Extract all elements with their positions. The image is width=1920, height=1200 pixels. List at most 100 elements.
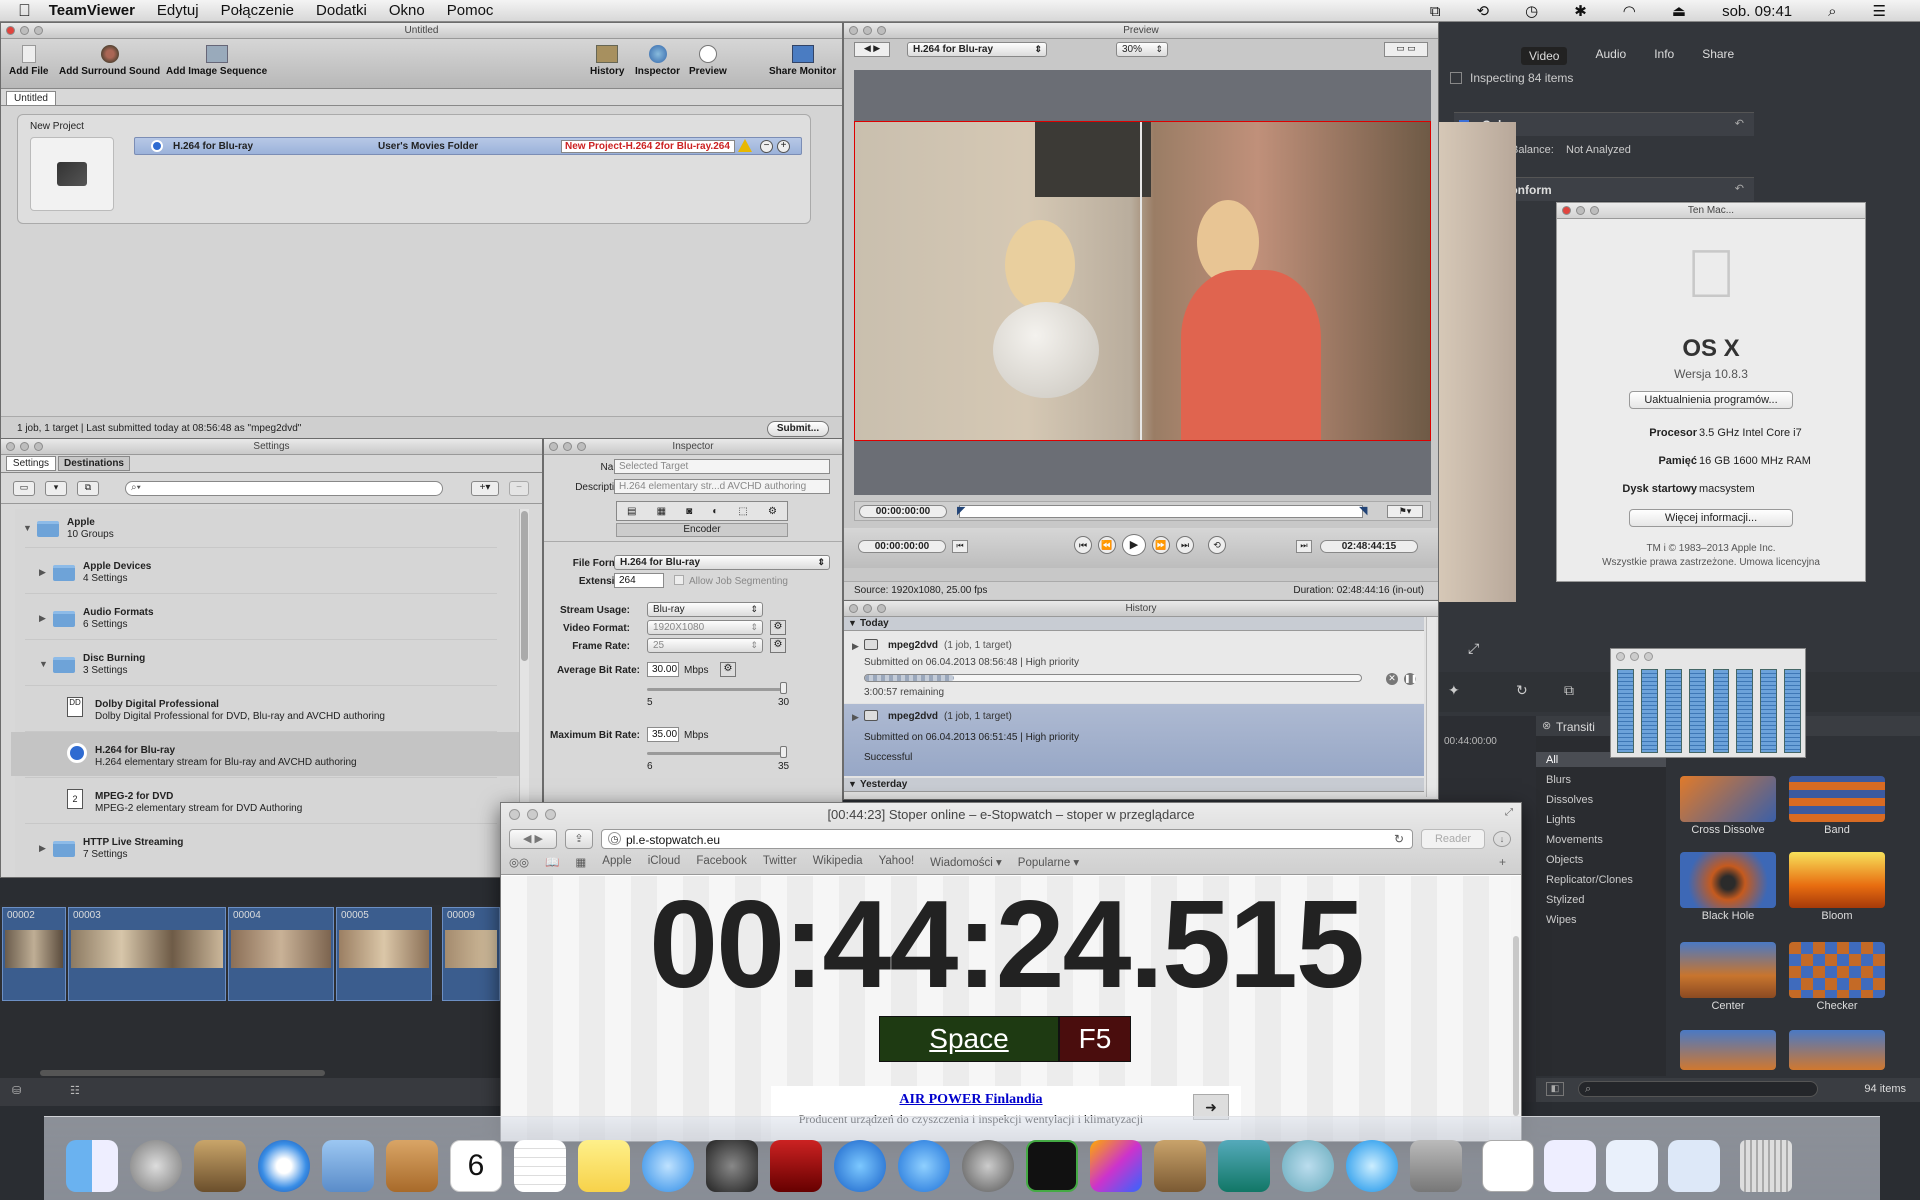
close-button[interactable] bbox=[1616, 652, 1625, 661]
bookmark-yahoo[interactable]: Yahoo! bbox=[879, 855, 915, 869]
app-store-icon[interactable] bbox=[898, 1140, 950, 1192]
view-mode-buttons[interactable]: ▭ ▭ bbox=[1384, 42, 1428, 57]
minimize-button[interactable] bbox=[1630, 652, 1639, 661]
duplicate-icon[interactable]: ⧉ bbox=[77, 481, 99, 496]
bookmark-facebook[interactable]: Facebook bbox=[696, 855, 747, 869]
close-button[interactable] bbox=[6, 442, 15, 451]
clip-scrollbar[interactable] bbox=[40, 1070, 325, 1076]
history-scrollbar[interactable] bbox=[1426, 617, 1436, 797]
photo-booth-icon[interactable] bbox=[770, 1140, 822, 1192]
spotlight-search-icon[interactable]: ⌕ bbox=[1828, 3, 1836, 20]
clip[interactable]: 00003 bbox=[68, 907, 226, 1001]
apply-icon[interactable]: ▾ bbox=[45, 481, 67, 496]
transition-thumb[interactable] bbox=[1789, 1030, 1885, 1070]
category-all[interactable]: All bbox=[1546, 754, 1558, 766]
minimize-button[interactable] bbox=[20, 26, 29, 35]
teamviewer-icon[interactable] bbox=[1346, 1140, 1398, 1192]
settings-item-name[interactable]: Disc Burning bbox=[83, 653, 145, 664]
name-field[interactable]: Selected Target bbox=[614, 459, 830, 474]
zoom-button[interactable] bbox=[877, 26, 886, 35]
bookmark-wikipedia[interactable]: Wikipedia bbox=[813, 855, 863, 869]
speed-icon[interactable]: ↻ bbox=[1516, 682, 1528, 699]
tab-audio[interactable]: Audio bbox=[1595, 47, 1626, 65]
rewind-button[interactable]: ⏪ bbox=[1098, 536, 1116, 554]
sidebar-toggle-icon[interactable]: ◧ bbox=[1546, 1082, 1564, 1096]
address-bar[interactable]: ◷ pl.e-stopwatch.eu ↻ bbox=[601, 829, 1413, 849]
target-row[interactable]: H.264 for Blu-ray User's Movies Folder N… bbox=[134, 137, 802, 155]
transition-thumb-checker[interactable] bbox=[1789, 942, 1885, 998]
video-frame[interactable] bbox=[854, 121, 1431, 441]
duration-timecode[interactable]: 02:48:44:15 bbox=[1320, 540, 1418, 553]
next-marker-button[interactable]: ⏭ bbox=[1176, 536, 1194, 554]
submit-button[interactable]: Submit... bbox=[767, 421, 829, 437]
settings-item-name[interactable]: H.264 for Blu-ray bbox=[95, 745, 175, 756]
clip[interactable]: 00005 bbox=[336, 907, 432, 1001]
disclosure-closed-icon[interactable]: ▶ bbox=[852, 641, 859, 652]
tab-destinations[interactable]: Destinations bbox=[58, 456, 130, 471]
notes-icon[interactable] bbox=[578, 1140, 630, 1192]
bookmark-news[interactable]: Wiadomości ▾ bbox=[930, 855, 1002, 869]
encoder-tab-icon[interactable]: ▦ bbox=[657, 506, 666, 517]
safari-scrollbar[interactable] bbox=[1511, 876, 1521, 1141]
share-monitor-button[interactable]: Share Monitor bbox=[769, 45, 836, 77]
go-to-end-icon[interactable]: ⏭ bbox=[1296, 540, 1312, 553]
system-preferences-icon[interactable] bbox=[962, 1140, 1014, 1192]
frame-controls-icon[interactable]: ◙ bbox=[686, 506, 692, 517]
clock[interactable]: sob. 09:41 bbox=[1722, 3, 1792, 20]
history-job-2[interactable]: ▶ mpeg2dvd (1 job, 1 target) Submitted o… bbox=[844, 704, 1424, 776]
transitions-search-input[interactable]: ⌕ bbox=[1578, 1081, 1818, 1097]
eject-icon[interactable]: ⏏ bbox=[1672, 2, 1686, 20]
time-machine-icon[interactable]: ◷ bbox=[1525, 2, 1538, 20]
close-button[interactable] bbox=[849, 604, 858, 613]
menu-dodatki[interactable]: Dodatki bbox=[316, 2, 367, 19]
out-point-marker[interactable]: ◥ bbox=[1359, 504, 1367, 517]
in-point-marker[interactable]: ◤ bbox=[957, 504, 965, 517]
file-format-select[interactable]: H.264 for Blu-ray bbox=[614, 555, 830, 570]
job-thumbnail[interactable] bbox=[30, 137, 114, 211]
window-thumbnail-icon[interactable] bbox=[1668, 1140, 1720, 1192]
go-to-start-icon[interactable]: ⏮ bbox=[952, 540, 968, 553]
minimize-button[interactable] bbox=[863, 26, 872, 35]
minimize-button[interactable] bbox=[20, 442, 29, 451]
minimize-button[interactable] bbox=[863, 604, 872, 613]
teamviewer-status-icon[interactable]: ⧉ bbox=[1430, 3, 1441, 20]
messages-icon[interactable] bbox=[642, 1140, 694, 1192]
category-replicator[interactable]: Replicator/Clones bbox=[1546, 874, 1633, 886]
itunes-icon[interactable] bbox=[834, 1140, 886, 1192]
target-destination[interactable]: User's Movies Folder bbox=[378, 141, 478, 152]
allow-segmenting-checkbox[interactable] bbox=[674, 575, 684, 585]
avg-bitrate-slider[interactable] bbox=[647, 688, 785, 691]
downloads-icon[interactable]: ↓ bbox=[1493, 831, 1511, 847]
category-dissolves[interactable]: Dissolves bbox=[1546, 794, 1593, 806]
loop-button[interactable]: ⟲ bbox=[1208, 536, 1226, 554]
extension-field[interactable]: 264 bbox=[614, 573, 664, 588]
frame-rate-select[interactable]: 25 bbox=[647, 638, 763, 653]
mail-icon[interactable] bbox=[322, 1140, 374, 1192]
zoom-button[interactable] bbox=[1590, 206, 1599, 215]
zoom-button[interactable] bbox=[34, 26, 43, 35]
window-thumbnail-icon[interactable] bbox=[1544, 1140, 1596, 1192]
in-timecode[interactable]: 00:00:00:00 bbox=[859, 505, 947, 518]
play-button[interactable]: ▶ bbox=[1122, 534, 1146, 556]
reminders-icon[interactable] bbox=[514, 1140, 566, 1192]
activity-monitor-icon[interactable] bbox=[1026, 1140, 1078, 1192]
f5-button[interactable]: F5 bbox=[1059, 1016, 1131, 1062]
remove-target-button[interactable]: − bbox=[760, 140, 773, 153]
tab-video[interactable]: Video bbox=[1521, 47, 1568, 65]
disclosure-closed-icon[interactable]: ▶ bbox=[39, 613, 46, 624]
add-image-sequence-button[interactable]: Add Image Sequence bbox=[166, 45, 267, 77]
video-format-select[interactable]: 1920X1080 bbox=[647, 620, 763, 635]
close-button[interactable] bbox=[1562, 206, 1571, 215]
add-surround-button[interactable]: Add Surround Sound bbox=[59, 45, 160, 77]
video-format-settings-icon[interactable]: ⚙ bbox=[770, 620, 786, 635]
transition-thumb-black-hole[interactable] bbox=[1680, 852, 1776, 908]
app-menu[interactable]: TeamViewer bbox=[49, 2, 135, 19]
settings-item-name[interactable]: Audio Formats bbox=[83, 607, 154, 618]
bookmarks-icon[interactable]: 📖 bbox=[545, 855, 559, 869]
zoom-button[interactable] bbox=[1644, 652, 1653, 661]
safari-icon[interactable] bbox=[258, 1140, 310, 1192]
category-lights[interactable]: Lights bbox=[1546, 814, 1575, 826]
warning-icon[interactable] bbox=[738, 139, 752, 152]
tab-info[interactable]: Info bbox=[1654, 47, 1674, 65]
settings-item-name[interactable]: MPEG-2 for DVD bbox=[95, 791, 173, 802]
